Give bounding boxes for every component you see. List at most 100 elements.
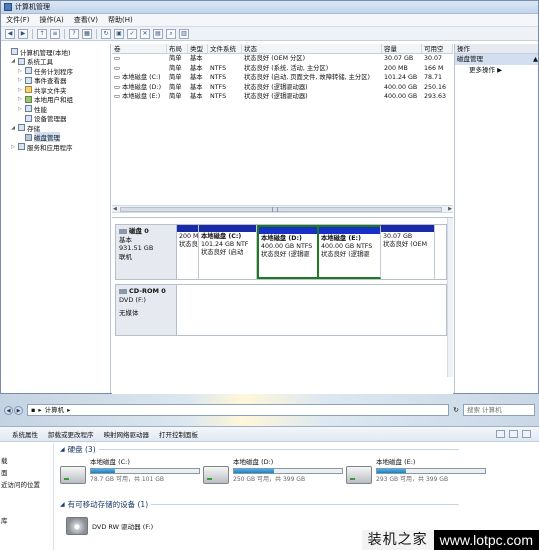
volume-row[interactable]: ▭ 简单 基本 状态良好 (OEM 分区) 30.07 GB 30.07 (112, 54, 453, 64)
menu-view[interactable]: 查看(V) (74, 15, 98, 25)
collapse-icon[interactable]: ◢ (60, 446, 65, 453)
tools-icon (18, 57, 25, 65)
open-control-panel-button[interactable]: 打开控制面板 (159, 429, 198, 439)
menu-action[interactable]: 操作(A) (40, 15, 64, 25)
nav-pane-item[interactable]: 库 (0, 515, 53, 527)
drive-item[interactable]: 本地磁盘 (E:) 293 GB 可用，共 399 GB (346, 458, 489, 494)
partition-title: 本地磁盘 (E:) (321, 235, 361, 242)
volume-cell: 101.24 GB (384, 74, 418, 81)
list-view-icon[interactable]: ≡ (50, 28, 60, 39)
partition-type-bar (199, 225, 256, 232)
connect-icon[interactable]: ▣ (114, 28, 124, 39)
volume-cell: ▭ 本地磁盘 (E:) (112, 92, 167, 102)
drive-item[interactable]: 本地磁盘 (D:) 250 GB 可用，共 399 GB (203, 458, 346, 494)
drive-item[interactable]: 本地磁盘 (C:) 78.7 GB 可用，共 101 GB (60, 458, 203, 494)
refresh-icon[interactable]: ↻ (453, 406, 459, 414)
actions-section-disk-management[interactable]: 磁盘管理 ▲ (455, 54, 538, 65)
tree-item-services[interactable]: ▷ 服务和应用程序 (1, 142, 110, 152)
partition-3[interactable]: 本地磁盘 (E:) 400.00 GB NTFS 状态良好 (逻辑驱 (319, 225, 381, 279)
expand-icon[interactable]: ◢ (10, 125, 16, 131)
expand-icon[interactable]: ▷ (17, 68, 23, 74)
tile-icon[interactable]: ▥ (179, 28, 189, 39)
expand-icon[interactable]: ▷ (17, 106, 23, 112)
address-bar[interactable]: ▪ ▸ 计算机 ▸ (27, 404, 450, 416)
partition-4[interactable]: 30.07 GB 状态良好 (OEM (381, 225, 435, 279)
scrollbar-thumb[interactable] (120, 207, 442, 212)
partition-1[interactable]: 本地磁盘 (C:) 101.24 GB NTF 状态良好 (启动 (199, 225, 257, 279)
tree-item-folder[interactable]: ▷ 共享文件夹 (1, 85, 110, 95)
forward-icon[interactable]: ▶ (14, 405, 23, 415)
removable-group[interactable]: ◢ 有可移动存储的设备 (1) (60, 498, 539, 511)
uninstall-program-button[interactable]: 卸载或更改程序 (48, 429, 94, 439)
tree-item-clock[interactable]: ▷ 任务计划程序 (1, 66, 110, 76)
expand-icon[interactable]: ▷ (17, 96, 23, 102)
expand-icon[interactable]: ◢ (10, 58, 16, 64)
search-box[interactable]: 搜索 计算机 (463, 404, 535, 416)
scroll-right-icon[interactable]: ▶ (448, 206, 452, 212)
tree-item-disk[interactable]: 磁盘管理 (1, 132, 110, 143)
delete-icon[interactable]: ✕ (140, 28, 150, 39)
nav-pane-item[interactable] (0, 503, 53, 515)
more-actions-link[interactable]: 更多操作 ▶ (455, 65, 538, 76)
column-header-layout[interactable]: 布局 (167, 44, 188, 53)
expand-icon[interactable]: ▷ (17, 77, 23, 83)
column-header-filesystem[interactable]: 文件系统 (208, 44, 242, 53)
tree-item-perf[interactable]: ▷ 性能 (1, 104, 110, 114)
search-icon[interactable]: ⌕ (166, 28, 176, 39)
help-icon[interactable]: ? (69, 28, 79, 39)
up-folder-icon[interactable]: ↑ (37, 28, 47, 39)
column-header-capacity[interactable]: 容量 (382, 44, 422, 53)
column-header-status[interactable]: 状态 (242, 44, 382, 53)
volume-row[interactable]: ▭ 简单 基本 NTFS 状态良好 (系统, 活动, 主分区) 200 MB 166 M (112, 64, 453, 74)
tree-item-label: 计算机管理(本地) (20, 48, 71, 57)
tree-item-users[interactable]: ▷ 本地用户和组 (1, 95, 110, 104)
volume-row[interactable]: ▭ 本地磁盘 (C:) 简单 基本 NTFS 状态良好 (启动, 页面文件, 故障转储,… (112, 73, 453, 83)
column-header-free[interactable]: 可用空 (422, 44, 453, 53)
disk-0-info[interactable]: 磁盘 0 基本 931.51 GB 联机 (115, 224, 177, 280)
tree-item-storage[interactable]: ◢ 存储 (1, 123, 110, 133)
help-icon[interactable] (522, 430, 531, 438)
tree-item-device[interactable]: 设备管理器 (1, 114, 110, 123)
preview-pane-icon[interactable] (509, 430, 518, 438)
column-header-volume[interactable]: 卷 (112, 44, 167, 53)
nav-pane-item[interactable]: 近访问的位置 (0, 479, 53, 491)
open-icon[interactable]: ▤ (153, 28, 163, 39)
collapse-icon[interactable]: ◢ (60, 501, 65, 508)
tree-item-tools[interactable]: ◢ 系统工具 (1, 57, 110, 66)
nav-pane-item[interactable] (0, 443, 53, 455)
expand-icon[interactable]: ▷ (17, 87, 23, 93)
map-network-drive-button[interactable]: 映射网络驱动器 (104, 429, 150, 439)
horizontal-scrollbar[interactable]: ◀ ▶ (112, 205, 453, 213)
storage-icon (18, 124, 25, 132)
menu-bar: 文件(F) 操作(A) 查看(V) 帮助(H) (1, 14, 538, 27)
expand-icon[interactable]: ▷ (10, 144, 16, 150)
refresh-icon[interactable]: ↻ (101, 28, 111, 39)
check-icon[interactable]: ✓ (127, 28, 137, 39)
volume-row[interactable]: ▭ 本地磁盘 (D:) 简单 基本 NTFS 状态良好 (逻辑驱动器) 400.00 GB… (112, 83, 453, 93)
tree-item-event[interactable]: ▷ 事件查看器 (1, 76, 110, 85)
back-icon[interactable]: ◀ (4, 405, 13, 415)
back-icon[interactable]: ◀ (5, 28, 15, 39)
menu-help[interactable]: 帮助(H) (108, 15, 133, 25)
computer-icon (11, 48, 18, 56)
partition-2[interactable]: 本地磁盘 (D:) 400.00 GB NTFS 状态良好 (逻辑驱 (257, 225, 319, 279)
system-properties-button[interactable]: 系统属性 (12, 429, 38, 439)
tree-item-computer[interactable]: 计算机管理(本地) (1, 47, 110, 57)
menu-file[interactable]: 文件(F) (6, 15, 30, 25)
forward-icon[interactable]: ▶ (18, 28, 28, 39)
volume-row[interactable]: ▭ 本地磁盘 (E:) 简单 基本 NTFS 状态良好 (逻辑驱动器) 400.00 GB… (112, 92, 453, 102)
partition-0[interactable]: 200 M 状态良 (177, 225, 199, 279)
scroll-left-icon[interactable]: ◀ (113, 206, 117, 212)
drive-usage-bar (233, 468, 343, 474)
nav-pane-item[interactable] (0, 491, 53, 503)
collapse-icon[interactable]: ▲ (533, 54, 538, 65)
nav-pane-item[interactable]: 载 (0, 455, 53, 467)
cdrom-0-media-area[interactable] (177, 284, 447, 336)
nav-pane-item[interactable]: 面 (0, 467, 53, 479)
change-view-icon[interactable] (496, 430, 505, 438)
hard-drives-group[interactable]: ◢ 硬盘 (3) (60, 443, 539, 456)
vertical-scrollbar[interactable] (447, 218, 453, 377)
cdrom-0-info[interactable]: CD-ROM 0 DVD (F:) 无媒体 (115, 284, 177, 336)
column-header-type[interactable]: 类型 (188, 44, 208, 53)
properties-icon[interactable]: ▦ (82, 28, 92, 39)
